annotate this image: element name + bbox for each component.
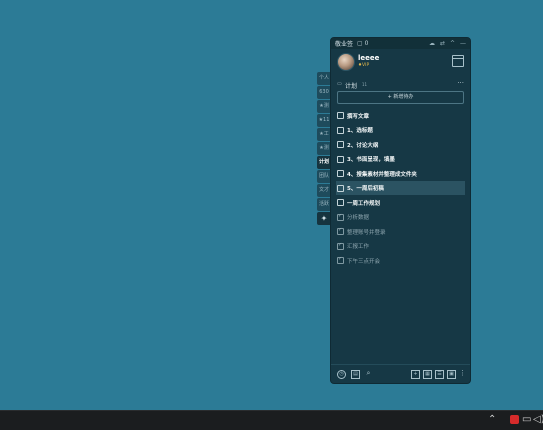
grid-icon[interactable]: ▦	[423, 370, 432, 379]
calendar-view-icon[interactable]	[452, 55, 464, 67]
section-header: ▭ 计划 11 ···	[331, 79, 470, 90]
tab-11[interactable]: ★11	[317, 114, 331, 127]
tab-active[interactable]: 活跃	[317, 198, 331, 211]
title-bar[interactable]: 敬业签 ▢ 0 ☁ ⇄ ^ —	[331, 38, 470, 49]
tab-630[interactable]: 630	[317, 86, 331, 99]
user-profile: leeee ♦VIP	[331, 49, 470, 79]
taskbar: ⌃ ▭ ◁)	[0, 410, 543, 430]
username: leeee	[358, 54, 380, 62]
message-count[interactable]: ▢ 0	[357, 40, 368, 47]
clock-icon[interactable]: ◷	[337, 370, 346, 379]
task-checkbox-checked[interactable]	[337, 242, 344, 250]
avatar[interactable]	[337, 53, 355, 71]
tab-test-2[interactable]: ★测	[317, 142, 331, 155]
add-todo-button[interactable]: + 新增待办	[337, 91, 464, 104]
notes-widget: 敬业签 ▢ 0 ☁ ⇄ ^ — leeee ♦VIP ▭ 计划 11 ··· +…	[330, 37, 471, 384]
list-item-done[interactable]: 下午三点开会	[331, 253, 470, 268]
list-item[interactable]: 3、书面呈现，填墨	[331, 152, 470, 167]
folder-icon: ▭	[337, 81, 342, 87]
list-item-done[interactable]: 汇报工作	[331, 239, 470, 254]
note-icon[interactable]: ▣	[447, 370, 456, 379]
app-tray-icon[interactable]	[510, 415, 519, 424]
list-icon[interactable]: ☰	[435, 370, 444, 379]
task-checkbox[interactable]	[337, 112, 344, 119]
task-checkbox[interactable]	[337, 126, 344, 134]
list-item[interactable]: 一周工作规划	[331, 195, 470, 210]
more-menu-icon[interactable]: ···	[457, 79, 464, 87]
section-count: 11	[362, 82, 368, 87]
calendar-icon[interactable]: ▤	[351, 370, 360, 379]
tab-personal[interactable]: 个人	[317, 72, 331, 85]
network-icon[interactable]: ▭	[522, 414, 531, 425]
sync-icon[interactable]: ⇄	[440, 40, 445, 47]
list-item[interactable]: 1、选标题	[331, 123, 470, 138]
task-checkbox[interactable]	[337, 184, 344, 192]
app-title: 敬业签	[335, 41, 354, 48]
tab-team[interactable]: 团队	[317, 170, 331, 183]
task-checkbox-checked[interactable]	[337, 213, 344, 221]
list-item-done[interactable]: 分析数据	[331, 210, 470, 225]
chevron-up-icon[interactable]: ⌃	[488, 414, 496, 425]
cloud-icon[interactable]: ☁	[429, 40, 435, 47]
collapse-icon[interactable]: ^	[450, 40, 455, 47]
list-item-done[interactable]: 整理账号并登录	[331, 224, 470, 239]
add-tab-button[interactable]: ✦	[317, 212, 331, 225]
task-list: 撰写文章 1、选标题 2、讨论大纲 3、书面呈现，填墨 4、搜集素材并整理成文件…	[331, 108, 470, 268]
vip-badge: ♦VIP	[358, 63, 370, 68]
tab-wencai[interactable]: 文才	[317, 184, 331, 197]
task-checkbox[interactable]	[337, 199, 344, 206]
more-icon[interactable]: ⋮	[459, 370, 466, 377]
list-item[interactable]: 撰写文章	[331, 108, 470, 123]
task-checkbox[interactable]	[337, 155, 344, 163]
task-checkbox-checked[interactable]	[337, 256, 344, 264]
tab-test-1[interactable]: ★测	[317, 100, 331, 113]
task-checkbox[interactable]	[337, 170, 344, 177]
bottom-toolbar: ◷ ▤ ⌕ + ▦ ☰ ▣ ⋮	[331, 364, 470, 383]
section-title: 计划	[345, 83, 358, 90]
minimize-icon[interactable]: —	[460, 40, 466, 47]
tab-plan[interactable]: 计划	[317, 156, 331, 169]
tab-work[interactable]: ★工	[317, 128, 331, 141]
search-icon[interactable]: ⌕	[365, 370, 372, 377]
list-item[interactable]: 2、讨论大纲	[331, 137, 470, 152]
list-item[interactable]: 4、搜集素材并整理成文件夹	[331, 166, 470, 181]
task-checkbox-checked[interactable]	[337, 227, 344, 235]
task-checkbox[interactable]	[337, 141, 344, 148]
volume-icon[interactable]: ◁)	[533, 414, 543, 425]
side-tab-strip: 个人 630 ★测 ★11 ★工 ★测 计划 团队 文才 活跃 ✦	[317, 72, 331, 226]
add-icon[interactable]: +	[411, 370, 420, 379]
list-item-selected[interactable]: 5、一周后初稿	[336, 180, 465, 195]
